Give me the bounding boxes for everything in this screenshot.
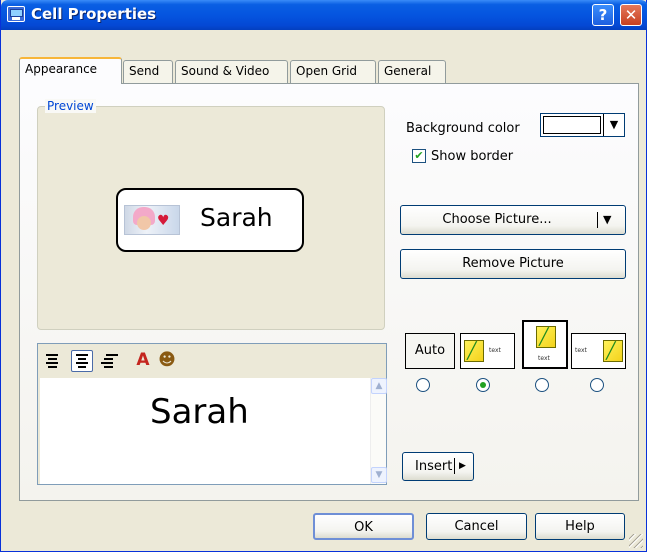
cancel-button[interactable]: Cancel	[426, 513, 527, 540]
editor-text: Sarah	[150, 392, 249, 432]
insert-button[interactable]: Insert ▶	[402, 452, 474, 481]
show-border-checkbox[interactable]: ✔	[412, 149, 426, 163]
app-icon	[7, 6, 25, 22]
chevron-down-icon[interactable]: ▼	[603, 114, 624, 136]
layout-picture-right-option[interactable]: text	[571, 333, 626, 369]
color-swatch	[543, 116, 601, 134]
picture-icon	[464, 340, 484, 362]
layout-text-label: text	[538, 355, 550, 362]
picture-icon	[536, 326, 556, 348]
tab-send[interactable]: Send	[123, 60, 173, 83]
close-icon[interactable]: ✕	[620, 4, 642, 26]
align-center-icon[interactable]	[71, 350, 93, 372]
help-icon[interactable]: ?	[592, 4, 614, 26]
layout-radio-picture-right[interactable]	[590, 378, 604, 392]
insert-label: Insert	[415, 459, 453, 474]
remove-picture-button[interactable]: Remove Picture	[400, 249, 626, 279]
editor-toolbar: A ☻	[38, 344, 386, 376]
choose-picture-button[interactable]: Choose Picture... ▼	[400, 205, 626, 235]
tab-open-grid[interactable]: Open Grid	[290, 60, 376, 83]
tab-appearance[interactable]: Appearance	[19, 57, 122, 84]
layout-text-label: text	[489, 347, 501, 354]
resize-grip-icon[interactable]	[629, 534, 643, 548]
align-right-icon[interactable]	[96, 350, 118, 372]
editor-scrollbar[interactable]: ▲ ▼	[370, 378, 387, 484]
layout-picture-left-option[interactable]: text	[460, 333, 515, 369]
help-button[interactable]: Help	[535, 513, 625, 540]
show-border-label: Show border	[431, 149, 514, 164]
layout-auto-option[interactable]: Auto	[405, 333, 455, 369]
cell-properties-dialog: Cell Properties ? ✕ Appearance Send Soun…	[0, 0, 647, 552]
ok-button[interactable]: OK	[313, 513, 414, 540]
cell-preview: ♥ Sarah	[116, 188, 304, 252]
preview-label: Preview	[45, 99, 96, 113]
font-icon[interactable]: A	[132, 349, 154, 371]
scroll-up-icon[interactable]: ▲	[371, 378, 387, 394]
layout-picture-top-option[interactable]: text	[522, 320, 568, 369]
color-palette-icon[interactable]: ☻	[156, 349, 178, 371]
scroll-down-icon[interactable]: ▼	[371, 467, 387, 483]
layout-radio-auto[interactable]	[416, 378, 430, 392]
background-color-picker[interactable]: ▼	[540, 113, 625, 137]
layout-radio-picture-left[interactable]	[476, 378, 490, 392]
title-bar[interactable]: Cell Properties ? ✕	[1, 0, 647, 30]
align-left-icon[interactable]	[41, 350, 63, 372]
cell-picture: ♥	[124, 205, 180, 235]
editor-text-area[interactable]: Sarah	[40, 378, 370, 484]
cell-preview-text: Sarah	[200, 203, 273, 232]
choose-picture-label: Choose Picture...	[442, 212, 552, 227]
layout-radio-picture-top[interactable]	[535, 378, 549, 392]
picture-icon	[603, 340, 623, 362]
background-color-label: Background color	[406, 121, 520, 136]
tab-sound-video[interactable]: Sound & Video	[175, 60, 288, 83]
chevron-down-icon[interactable]: ▼	[603, 206, 611, 234]
layout-text-label: text	[575, 347, 587, 354]
window-title: Cell Properties	[31, 5, 157, 23]
tab-general[interactable]: General	[378, 60, 446, 83]
text-editor: A ☻ Sarah ▲ ▼	[37, 343, 387, 485]
chevron-right-icon[interactable]: ▶	[459, 453, 466, 480]
